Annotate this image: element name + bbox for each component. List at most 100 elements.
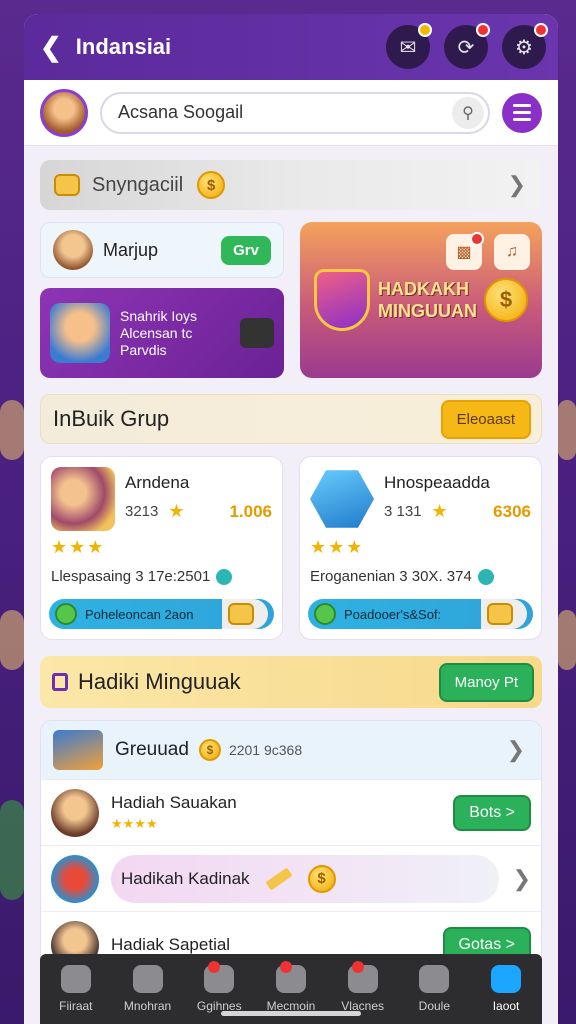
list-item-button[interactable]: Bots > [453, 794, 531, 831]
search-input[interactable]: Acsana Soogail ⚲ [100, 91, 490, 134]
top-banner[interactable]: Snyngaciil $ ❯ [40, 160, 542, 210]
feather-icon [347, 961, 378, 993]
nav-item-account[interactable]: Iaoot [472, 965, 540, 1013]
list-header[interactable]: Greuuad $ 2201 9c368 ❯ [41, 721, 541, 779]
group-card[interactable]: Arndena 3213 ★ 1.006 ★★★ Llespasaing 3 1… [40, 456, 283, 640]
coin-icon: $ [484, 278, 528, 322]
nav-label: Doule [418, 999, 451, 1013]
nav-item-home[interactable]: Fiiraat [42, 965, 110, 1013]
group-name: Arndena [125, 473, 190, 492]
home-icon [60, 965, 91, 993]
chevron-right-icon: ❯ [506, 737, 525, 762]
chevron-right-icon: ❯ [512, 865, 531, 891]
list-item-stars: ★★★★ [111, 816, 158, 831]
avatar[interactable] [40, 88, 88, 137]
star-icon: ★ [168, 501, 185, 521]
nav-label: Mnohran [123, 999, 172, 1013]
card-title: Marjup [103, 239, 159, 260]
toys-line-2: Alcensan tc [120, 324, 193, 341]
refresh-icon[interactable]: ⟳ [444, 23, 490, 69]
box-button[interactable] [222, 599, 268, 629]
toys-card-text: Snahrik Ioys Alcensan tc Parvdis [120, 308, 234, 359]
group-card[interactable]: Hnospeaadda 3 131 ★ 6306 ★★★ Eroganenian… [299, 456, 542, 640]
shield-icon [314, 269, 370, 331]
gamepad-icon [132, 965, 163, 993]
coin-icon: $ [197, 171, 226, 199]
list-item[interactable]: Hadikah Kadinak $ ❯ [41, 845, 541, 911]
box-icon [228, 603, 254, 625]
group-bar-label: Poadooer's&Sof: [344, 606, 442, 622]
group-bar-label: Poheleoncan 2aon [85, 606, 194, 622]
star-icon: ★ [431, 501, 448, 521]
nav-item-games[interactable]: Mnohran [114, 965, 182, 1013]
list-item[interactable]: Hadiah Sauakan ★★★★ Bots > [41, 779, 541, 845]
mail-icon[interactable]: ✉ [386, 23, 432, 69]
gift-basket-icon [51, 854, 99, 903]
kid-image [50, 303, 110, 363]
avatar [51, 788, 99, 837]
list-item-title: Hadiah Sauakan [111, 793, 237, 812]
background-decoration [558, 400, 576, 460]
marjup-card[interactable]: Marjup Grv [40, 222, 284, 278]
section-action-button[interactable]: Eleoaast [440, 399, 531, 439]
promo-card[interactable]: ▩ ♫ HADKAKH MINGUUAN $ [300, 222, 542, 378]
printer-icon [240, 318, 274, 348]
nav-item-profile[interactable]: Doule [400, 965, 468, 1013]
group-action-bar[interactable]: Poheleoncan 2aon [49, 599, 274, 629]
gear-icon[interactable]: ⚙ [502, 23, 548, 69]
group-meta-text: Eroganenian 3 30X. 374 [310, 568, 472, 585]
group-stats: 3 131 ★ 6306 [384, 501, 531, 522]
notification-dot [534, 23, 548, 37]
toys-card[interactable]: Snahrik Ioys Alcensan tc Parvdis [40, 288, 284, 378]
back-arrow-icon[interactable]: ❮ [40, 32, 62, 63]
clover-icon [55, 603, 77, 625]
info-icon [216, 568, 233, 585]
account-icon [491, 965, 522, 993]
top-bar: ❮ Indansiai ✉ ⟳ ⚙ [24, 14, 558, 80]
nav-item-edit[interactable]: Vlacnes [329, 961, 397, 1013]
gift-box-icon[interactable]: ▩ [446, 232, 484, 270]
nav-item-gifts[interactable]: Ggihnes [185, 961, 253, 1013]
app-title: Indansiai [75, 34, 172, 59]
info-icon [477, 568, 494, 585]
box-button[interactable] [481, 599, 527, 629]
avatar [53, 230, 93, 270]
main-content: Snyngaciil $ ❯ Marjup Grv Snahrik Ioys A… [24, 146, 558, 978]
book-icon [52, 673, 68, 691]
group-name: Hnospeaadda [384, 473, 490, 492]
group-stat: 3 131 [384, 503, 422, 520]
list-header-title: Greuuad [115, 739, 189, 760]
promo-actions: ▩ ♫ [446, 232, 530, 270]
clover-icon [314, 603, 336, 625]
rating-stars: ★★★ [310, 537, 365, 557]
person-icon [419, 965, 450, 993]
nav-item-social[interactable]: Mecmoin [257, 961, 325, 1013]
group-gold: 1.006 [229, 501, 272, 521]
toys-line-3: Parvdis [120, 341, 167, 358]
background-decoration [0, 610, 24, 670]
promo-line-1: HADKAKH [378, 279, 469, 299]
group-action-bar[interactable]: Poadooer's&Sof: [308, 599, 533, 629]
search-icon[interactable]: ⚲ [452, 96, 484, 129]
group-meta: Eroganenian 3 30X. 374 [310, 568, 531, 585]
notification-dot [470, 232, 484, 246]
box-icon [487, 603, 513, 625]
promo-line-2: MINGUUAN [378, 301, 477, 321]
feature-grid: Marjup Grv Snahrik Ioys Alcensan tc Parv… [40, 222, 542, 378]
group-stat: 3213 [125, 503, 159, 520]
group-gold: 6306 [493, 501, 531, 521]
nav-label: Fiiraat [59, 999, 93, 1013]
home-indicator [221, 1011, 361, 1016]
group-section-header: InBuik Grup Eleoaast [40, 394, 542, 444]
menu-button[interactable] [502, 92, 542, 133]
hexagon-badge-icon [310, 470, 374, 528]
notification-dot [279, 961, 292, 973]
notification-dot [476, 23, 490, 37]
notification-dot [208, 961, 221, 973]
section-action-button[interactable]: Manoy Pt [438, 662, 534, 702]
family-image [51, 467, 115, 531]
coin-icon: $ [198, 739, 221, 761]
bottom-navigation: Fiiraat Mnohran Ggihnes Mecmoin Vlacnes … [40, 954, 542, 1024]
go-button[interactable]: Grv [221, 235, 271, 265]
microphone-icon[interactable]: ♫ [494, 234, 530, 270]
